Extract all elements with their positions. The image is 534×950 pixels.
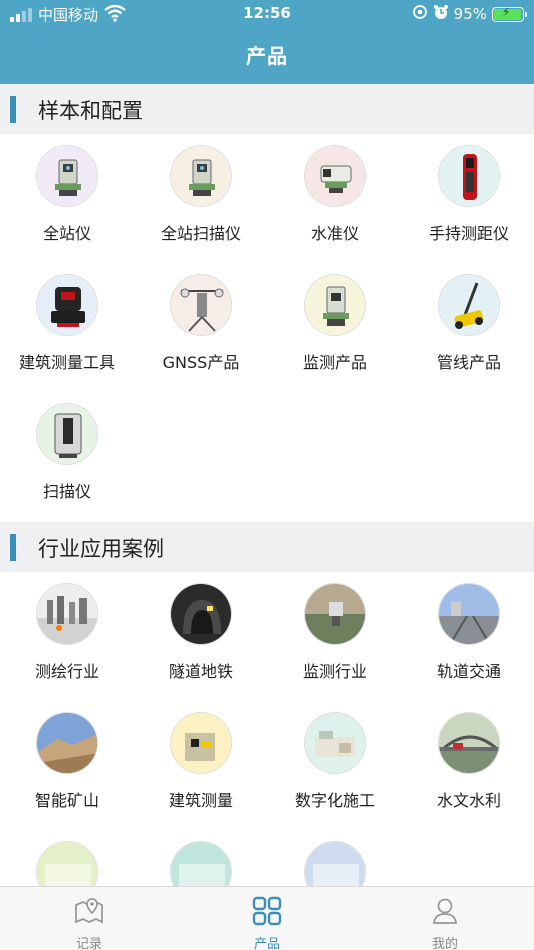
status-bar: 中国移动 12:56 95% ⚡ (0, 0, 534, 28)
grid-item-label: 数字化施工 (294, 791, 375, 810)
laser-distance-meter-icon (438, 145, 500, 207)
bridge-photo-icon (438, 712, 500, 774)
grid-item[interactable]: 管线产品 (402, 274, 534, 399)
grid-item-label: 智能矿山 (34, 791, 99, 810)
tab-products[interactable]: 产品 (178, 887, 356, 950)
digital-construction-photo-icon (304, 712, 366, 774)
grid-item-label: 手持测距仪 (428, 224, 509, 243)
grid-item[interactable]: 全站仪 (0, 145, 134, 270)
grid-item-label: 水准仪 (310, 224, 359, 243)
grid-item[interactable]: 轨道交通 (402, 583, 534, 708)
grid-item[interactable]: 建筑测量 (134, 712, 268, 837)
grid-item[interactable]: 水文水利 (402, 712, 534, 837)
section-header-cases: 行业应用案例 (0, 522, 534, 572)
grid-item[interactable]: 扫描仪 (0, 403, 134, 528)
mine-photo-icon (36, 712, 98, 774)
monitoring-station-icon (304, 274, 366, 336)
grid-item-label: 建筑测量工具 (18, 353, 115, 372)
gnss-antenna-icon (170, 274, 232, 336)
railway-photo-icon (438, 583, 500, 645)
section-accent-bar (10, 96, 16, 123)
tab-records[interactable]: 记录 (0, 887, 178, 950)
page-title: 产品 (246, 44, 288, 68)
grid-item[interactable]: 隧道地铁 (134, 583, 268, 708)
section-title: 行业应用案例 (38, 537, 164, 561)
section-title: 样本和配置 (38, 99, 143, 123)
level-instrument-icon (304, 145, 366, 207)
tab-label: 产品 (253, 937, 280, 950)
tab-bar: 记录 产品 我的 (0, 886, 534, 950)
grid-item-label: 测绘行业 (34, 662, 99, 681)
alarm-icon (433, 4, 449, 24)
pipe-locator-icon (438, 274, 500, 336)
grid-item[interactable]: GNSS产品 (134, 274, 268, 399)
grid-item[interactable]: 监测产品 (268, 274, 402, 399)
grid-item-label: 管线产品 (436, 353, 501, 372)
tab-label: 记录 (75, 937, 102, 950)
grid-item-label: GNSS产品 (162, 353, 240, 372)
grid-icon (252, 896, 282, 926)
construction-tool-icon (36, 274, 98, 336)
monitoring-photo-icon (304, 583, 366, 645)
building-photo-icon (170, 712, 232, 774)
grid-item[interactable]: 水准仪 (268, 145, 402, 270)
tunnel-photo-icon (170, 583, 232, 645)
total-station-icon (36, 145, 98, 207)
section-accent-bar (10, 534, 16, 561)
grid-item[interactable]: 手持测距仪 (402, 145, 534, 270)
battery-percent: 95% (453, 5, 487, 23)
grid-item[interactable]: 智能矿山 (0, 712, 134, 837)
grid-item[interactable]: 建筑测量工具 (0, 274, 134, 399)
products-screen: 中国移动 12:56 95% ⚡ 产品 样本和配置 全站仪 全站扫描仪 水准仪 … (0, 0, 534, 950)
section-header-samples: 样本和配置 (0, 84, 534, 134)
grid-item[interactable]: 全站扫描仪 (134, 145, 268, 270)
tab-profile[interactable]: 我的 (356, 887, 534, 950)
app-header: 中国移动 12:56 95% ⚡ 产品 (0, 0, 534, 84)
grid-item-label: 建筑测量 (168, 791, 233, 810)
status-right: 95% ⚡ (412, 4, 527, 24)
grid-item-label: 水文水利 (436, 791, 501, 810)
grid-item-label: 监测行业 (302, 662, 367, 681)
grid-item[interactable]: 测绘行业 (0, 583, 134, 708)
battery-icon: ⚡ (492, 5, 527, 22)
grid-item-label: 全站扫描仪 (160, 224, 241, 243)
laser-scanner-icon (36, 403, 98, 465)
surveying-photo-icon (36, 583, 98, 645)
map-pin-icon (75, 898, 103, 924)
orientation-lock-icon (412, 4, 428, 24)
grid-item[interactable]: 监测行业 (268, 583, 402, 708)
tab-label: 我的 (431, 937, 458, 950)
user-icon (432, 898, 458, 924)
grid-item-label: 全站仪 (42, 224, 91, 243)
scanning-total-station-icon (170, 145, 232, 207)
grid-item-label: 轨道交通 (436, 662, 501, 681)
grid-item-label: 监测产品 (302, 353, 367, 372)
grid-item[interactable]: 数字化施工 (268, 712, 402, 837)
grid-item-label: 隧道地铁 (168, 662, 233, 681)
grid-item-label: 扫描仪 (42, 482, 91, 501)
